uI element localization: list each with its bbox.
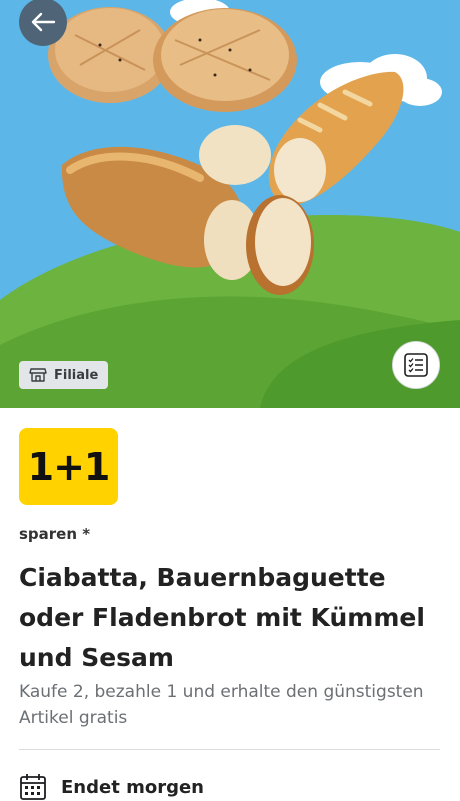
store-icon: [29, 368, 47, 382]
store-availability-chip[interactable]: Filiale: [19, 361, 109, 389]
offer-end-row: Endet morgen: [19, 773, 204, 801]
calendar-icon: [20, 774, 46, 800]
offer-badge: 1+1: [19, 428, 118, 505]
store-chip-label: Filiale: [54, 367, 99, 383]
back-button[interactable]: [19, 0, 67, 46]
add-to-shopping-list-button[interactable]: [392, 341, 440, 389]
product-title: Ciabatta, Bauernbaguette oder Fladenbrot…: [19, 563, 425, 672]
savings-label: sparen *: [19, 525, 91, 543]
arrow-left-icon: [31, 12, 56, 32]
bread-scene-illustration: [0, 0, 460, 408]
offer-description: Kaufe 2, bezahle 1 und erhalte den günst…: [19, 682, 424, 728]
offer-end-label: Endet morgen: [61, 776, 204, 798]
divider: [19, 749, 440, 750]
product-hero-image: Filiale: [0, 0, 460, 408]
checklist-icon: [404, 353, 428, 377]
